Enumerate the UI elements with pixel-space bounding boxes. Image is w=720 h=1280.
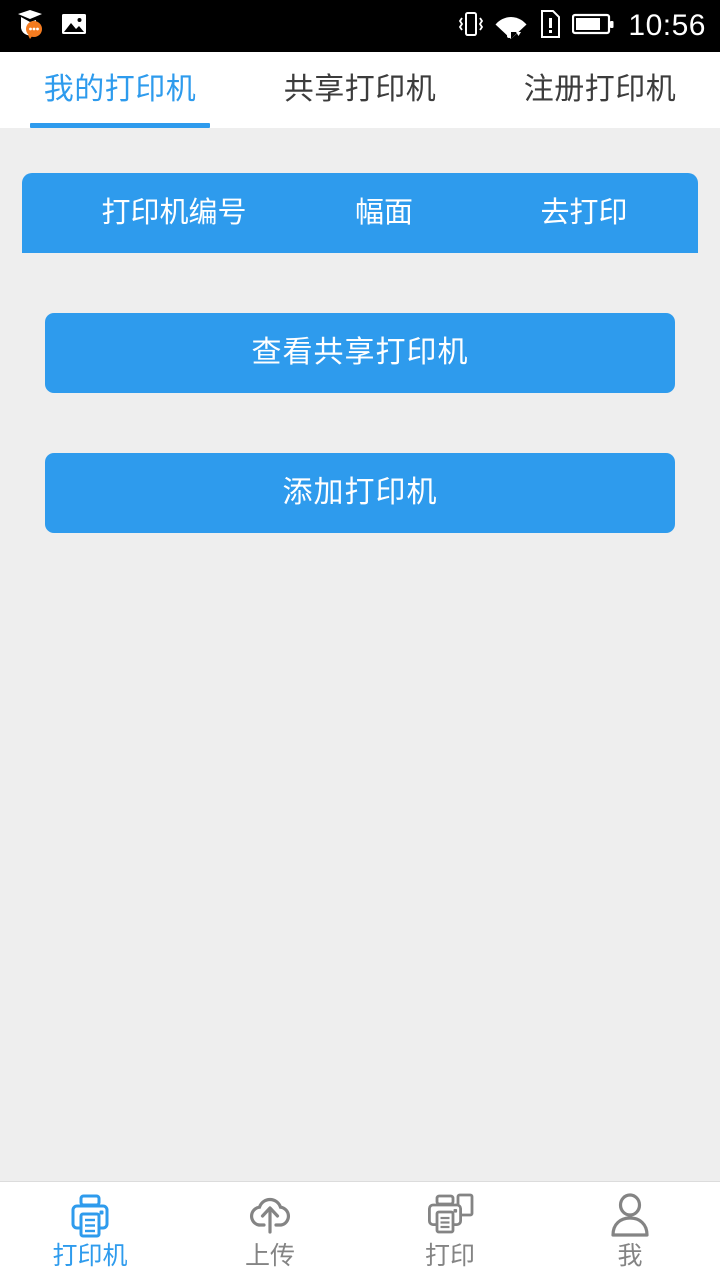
nav-label: 我 bbox=[617, 1242, 643, 1270]
printer-icon bbox=[67, 1193, 113, 1239]
add-printer-button[interactable]: 添加打印机 bbox=[45, 453, 675, 533]
status-bar-clock: 10:56 bbox=[628, 9, 706, 42]
column-header-paper-size: 幅面 bbox=[354, 196, 414, 229]
tab-shared-printers[interactable]: 共享打印机 bbox=[240, 52, 480, 128]
status-bar: 10:56 bbox=[0, 0, 720, 52]
gallery-image-icon bbox=[60, 10, 88, 43]
battery-icon bbox=[572, 11, 614, 42]
cloud-upload-icon bbox=[246, 1193, 294, 1239]
nav-label: 打印 bbox=[424, 1242, 475, 1270]
column-header-printer-id: 打印机编号 bbox=[101, 196, 247, 229]
nav-item-profile[interactable]: 我 bbox=[540, 1182, 720, 1280]
tab-label: 共享打印机 bbox=[283, 73, 437, 106]
printer-list-header: 打印机编号 幅面 去打印 bbox=[22, 173, 698, 253]
status-bar-left-icons bbox=[14, 8, 88, 45]
nav-label: 上传 bbox=[244, 1242, 295, 1270]
tab-label: 我的打印机 bbox=[43, 73, 197, 106]
status-bar-right-icons: 10:56 bbox=[458, 8, 706, 45]
nav-label: 打印机 bbox=[52, 1242, 128, 1270]
nav-item-print[interactable]: 打印 bbox=[360, 1182, 540, 1280]
bottom-navigation: 打印机 上传 打印 我 bbox=[0, 1181, 720, 1280]
person-icon bbox=[608, 1193, 652, 1239]
tab-my-printers[interactable]: 我的打印机 bbox=[0, 52, 240, 128]
view-shared-printers-button[interactable]: 查看共享打印机 bbox=[45, 313, 675, 393]
print-document-icon bbox=[425, 1193, 475, 1239]
sim-alert-icon bbox=[538, 8, 562, 45]
vibrate-icon bbox=[458, 8, 484, 45]
main-content: 打印机编号 幅面 去打印 查看共享打印机 添加打印机 bbox=[0, 128, 720, 1181]
column-header-go-print: 去打印 bbox=[540, 196, 628, 229]
app-notification-icon bbox=[14, 8, 46, 45]
app-root: 10:56 我的打印机 共享打印机 注册打印机 打印机编号 幅面 去打印 查看共… bbox=[0, 0, 720, 1280]
wifi-icon bbox=[494, 8, 528, 45]
nav-item-upload[interactable]: 上传 bbox=[180, 1182, 360, 1280]
tab-label: 注册打印机 bbox=[523, 73, 677, 106]
tab-register-printer[interactable]: 注册打印机 bbox=[480, 52, 720, 128]
nav-item-printers[interactable]: 打印机 bbox=[0, 1182, 180, 1280]
tab-bar: 我的打印机 共享打印机 注册打印机 bbox=[0, 52, 720, 128]
